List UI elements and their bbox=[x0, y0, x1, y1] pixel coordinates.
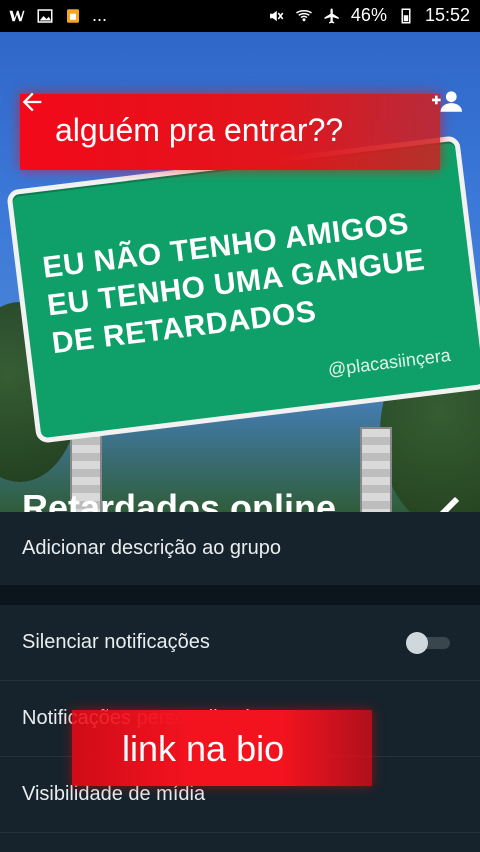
banner-text: alguém pra entrar?? bbox=[55, 112, 344, 148]
w-app-icon bbox=[9, 10, 25, 21]
group-name: Retardados online bbox=[22, 487, 337, 512]
battery-percent: 46% bbox=[350, 5, 387, 25]
status-left: ... bbox=[8, 5, 107, 26]
media-visibility-label: Visibilidade de mídia bbox=[22, 783, 206, 805]
status-bar: ... 46% 15:52 bbox=[0, 0, 480, 32]
airplane-icon bbox=[324, 8, 339, 23]
sign-post-right bbox=[360, 427, 392, 512]
link-na-bio-overlay: link na bio bbox=[72, 710, 372, 786]
status-dots: ... bbox=[92, 5, 108, 25]
add-description[interactable]: Adicionar descrição ao grupo bbox=[0, 512, 480, 585]
road-sign: EU NÃO TENHO AMIGOS EU TENHO UMA GANGUE … bbox=[6, 135, 480, 444]
mute-notifications-label: Silenciar notificações bbox=[22, 631, 210, 653]
wifi-icon bbox=[295, 9, 312, 21]
section-divider bbox=[0, 585, 480, 605]
add-user-icon[interactable] bbox=[432, 88, 462, 114]
add-description-label: Adicionar descrição ao grupo bbox=[22, 537, 282, 559]
status-right: 46% 15:52 bbox=[267, 5, 470, 26]
link-na-bio-text: link na bio bbox=[122, 728, 285, 769]
pencil-icon[interactable] bbox=[436, 494, 462, 512]
clock: 15:52 bbox=[424, 5, 470, 25]
mute-notifications-row[interactable]: Silenciar notificações bbox=[0, 605, 480, 681]
arrow-left-icon[interactable] bbox=[18, 88, 46, 116]
top-actions bbox=[18, 88, 462, 116]
mute-toggle[interactable] bbox=[406, 632, 450, 654]
mute-icon bbox=[269, 10, 284, 21]
sign-handle: @placasiinçera bbox=[326, 344, 452, 380]
gallery-icon bbox=[37, 8, 53, 23]
toggle-thumb bbox=[406, 632, 428, 654]
sim-icon bbox=[67, 8, 79, 23]
sign-text: EU NÃO TENHO AMIGOS EU TENHO UMA GANGUE … bbox=[41, 200, 462, 363]
group-photo[interactable]: EU NÃO TENHO AMIGOS EU TENHO UMA GANGUE … bbox=[0, 32, 480, 512]
battery-icon bbox=[401, 8, 411, 23]
